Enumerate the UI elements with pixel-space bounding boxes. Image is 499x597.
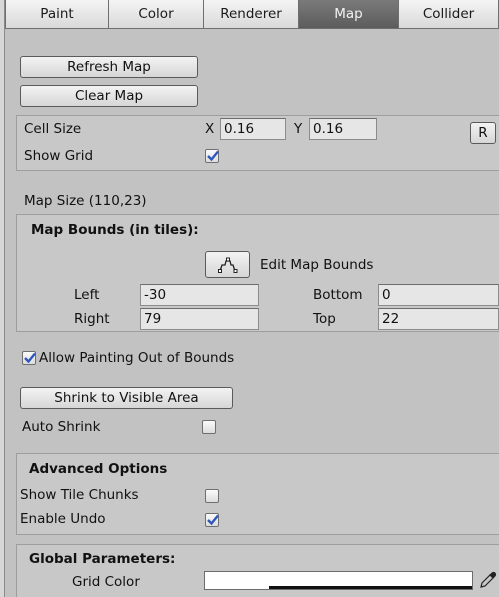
tab-paint[interactable]: Paint bbox=[5, 0, 109, 29]
bottom-label: Bottom bbox=[313, 287, 363, 303]
cell-y-input[interactable]: 0.16 bbox=[309, 118, 377, 140]
cell-x-input[interactable]: 0.16 bbox=[220, 118, 286, 140]
tab-renderer[interactable]: Renderer bbox=[204, 0, 299, 29]
enable-undo-checkbox[interactable] bbox=[205, 513, 219, 527]
left-label: Left bbox=[74, 287, 100, 303]
edit-bounds-label: Edit Map Bounds bbox=[260, 257, 374, 273]
grid-color-label: Grid Color bbox=[72, 574, 140, 590]
show-grid-label: Show Grid bbox=[24, 148, 94, 164]
panel-left-edge bbox=[0, 0, 5, 597]
left-input[interactable]: -30 bbox=[140, 284, 259, 306]
global-parameters-title: Global Parameters: bbox=[29, 551, 176, 567]
auto-shrink-checkbox[interactable] bbox=[202, 420, 216, 434]
checkmark-icon bbox=[207, 514, 219, 526]
show-grid-checkbox[interactable] bbox=[205, 149, 219, 163]
tab-collider[interactable]: Collider bbox=[399, 0, 499, 29]
eyedropper-icon[interactable] bbox=[478, 570, 498, 590]
show-chunks-label: Show Tile Chunks bbox=[20, 487, 139, 503]
advanced-options-title: Advanced Options bbox=[29, 461, 168, 477]
refresh-map-button[interactable]: Refresh Map bbox=[20, 56, 198, 78]
map-size-label: Map Size (110,23) bbox=[24, 193, 147, 209]
checkmark-icon bbox=[207, 150, 219, 162]
map-settings-panel: Paint Color Renderer Map Collider Refres… bbox=[0, 0, 499, 597]
bottom-input[interactable]: 0 bbox=[378, 284, 499, 306]
shrink-to-visible-button[interactable]: Shrink to Visible Area bbox=[20, 387, 233, 409]
checkmark-icon bbox=[24, 352, 36, 364]
grid-color-swatch[interactable] bbox=[204, 571, 473, 590]
cell-y-label: Y bbox=[294, 121, 303, 137]
allow-out-of-bounds-label: Allow Painting Out of Bounds bbox=[39, 350, 235, 366]
tab-bar: Paint Color Renderer Map Collider bbox=[5, 0, 499, 30]
edit-bounds-button[interactable] bbox=[205, 251, 250, 278]
tab-color[interactable]: Color bbox=[109, 0, 204, 29]
reset-cell-size-button[interactable]: R bbox=[470, 122, 496, 144]
top-input[interactable]: 22 bbox=[378, 308, 499, 330]
tab-map[interactable]: Map bbox=[299, 0, 399, 29]
clear-map-button[interactable]: Clear Map bbox=[20, 85, 198, 107]
auto-shrink-label: Auto Shrink bbox=[22, 419, 101, 435]
edit-bounds-icon bbox=[217, 257, 237, 273]
grid-color-alpha-bar bbox=[269, 586, 472, 589]
right-label: Right bbox=[74, 311, 110, 327]
cell-x-label: X bbox=[205, 121, 215, 137]
show-chunks-checkbox[interactable] bbox=[205, 489, 219, 503]
allow-out-of-bounds-checkbox[interactable] bbox=[22, 351, 36, 365]
enable-undo-label: Enable Undo bbox=[20, 511, 106, 527]
cell-size-label: Cell Size bbox=[24, 121, 82, 137]
top-label: Top bbox=[313, 311, 336, 327]
right-input[interactable]: 79 bbox=[140, 308, 259, 330]
map-bounds-title: Map Bounds (in tiles): bbox=[31, 222, 199, 238]
